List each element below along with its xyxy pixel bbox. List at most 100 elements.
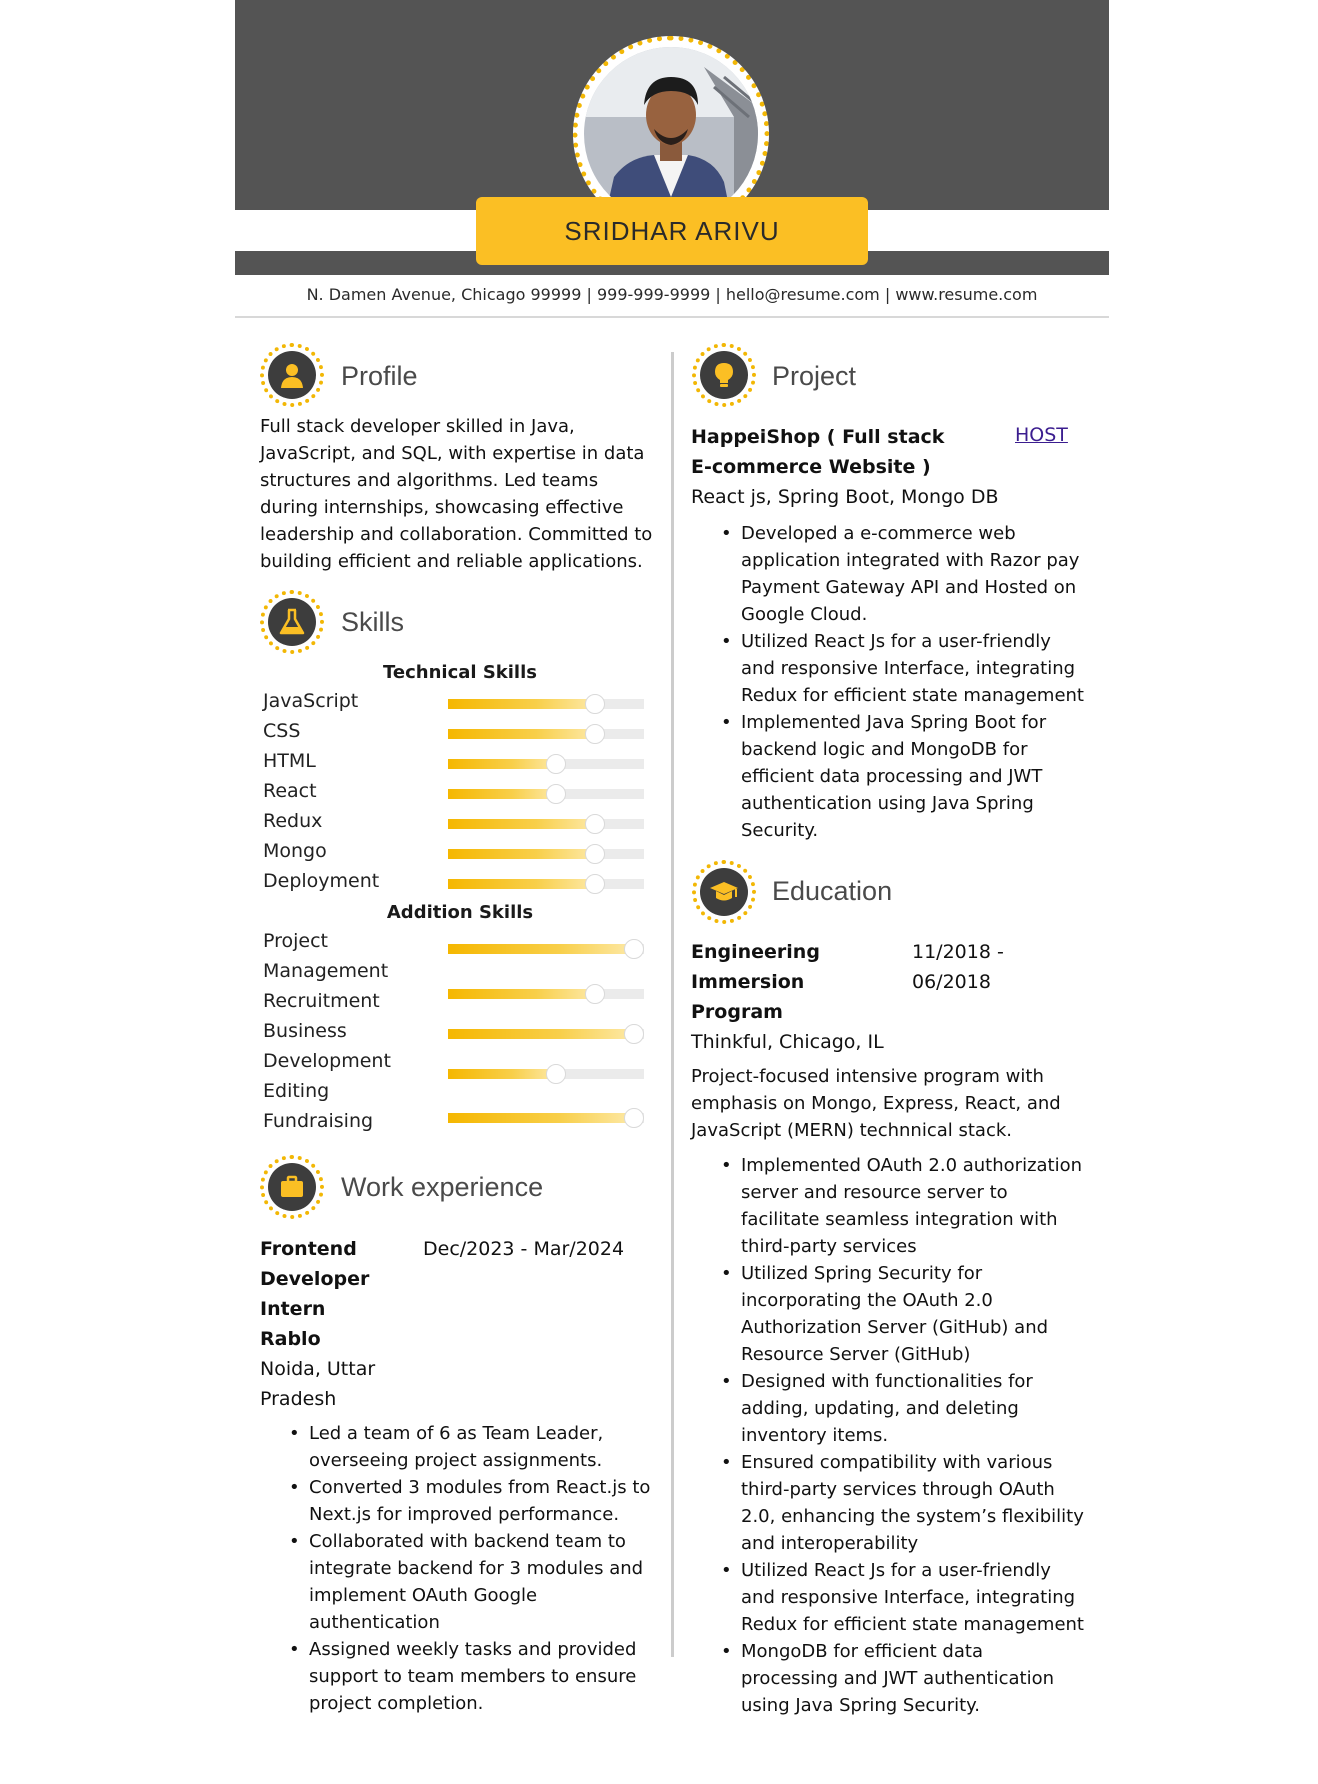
list-item: Assigned weekly tasks and provided suppo… [285, 1636, 685, 1717]
skill-label: Redux [263, 810, 323, 832]
skill-bar-fill [448, 989, 595, 999]
bullet-line: 2.0, enhancing the system’s flexibility [741, 1506, 1084, 1527]
bullet-line: authentication using Java Spring [741, 793, 1034, 814]
skill-bar-knob [585, 844, 605, 864]
bullet-line: inventory items. [741, 1425, 889, 1446]
skill-bar [448, 939, 644, 959]
bullet-line: third-party services [741, 1236, 917, 1257]
project-title: Project [772, 361, 857, 391]
skill-bar [448, 1064, 644, 1084]
skill-bar-knob [585, 814, 605, 834]
date-line: 06/2018 [912, 971, 991, 993]
bullet-line: third-party services through OAuth [741, 1479, 1055, 1500]
skill-bar-fill [448, 699, 595, 709]
skill-bar-knob [624, 1024, 644, 1044]
bullet-line: Implemented OAuth 2.0 authorization [741, 1155, 1083, 1176]
bullet-line: Led a team of 6 as Team Leader, [309, 1423, 604, 1444]
skill-bar-fill [448, 789, 556, 799]
skill-label: Project [263, 930, 329, 952]
project-name-line: E-commerce Website ) [691, 456, 931, 478]
list-item: Converted 3 modules from React.js to Nex… [285, 1474, 685, 1528]
skill-bar-fill [448, 849, 595, 859]
bullet-line: Designed with functionalities for [741, 1371, 1033, 1392]
bullet-line: Utilized React Js for a user-friendly [741, 1560, 1051, 1581]
bullet-line: application integrated with Razor pay [741, 550, 1080, 571]
skill-bar-knob [624, 1108, 644, 1128]
profile-text: Full stack developer skilled in Java, Ja… [260, 413, 670, 575]
work-title: Work experience [341, 1172, 544, 1202]
bullet-line: Redux for efficient state management [741, 1614, 1084, 1635]
project-stack: React js, Spring Boot, Mongo DB [691, 486, 999, 508]
skill-label: Business [263, 1020, 347, 1042]
bullet-line: Converted 3 modules from React.js to [309, 1477, 651, 1498]
education-description: Project-focused intensive program with e… [691, 1063, 1111, 1144]
bullet-line: overseeing project assignments. [309, 1450, 603, 1471]
profile-photo [584, 47, 758, 221]
resume-page: SRIDHAR ARIVU N. Damen Avenue, Chicago 9… [235, 0, 1109, 1784]
bullet-line: processing and JWT authentication [741, 1668, 1054, 1689]
bullet-line: Resource Server (GitHub) [741, 1344, 971, 1365]
bullet-line: Utilized React Js for a user-friendly [741, 631, 1051, 652]
education-title: Education [772, 876, 893, 906]
skill-label: CSS [263, 720, 301, 742]
list-item: Utilized React Js for a user-friendly an… [717, 1557, 1109, 1638]
education-dates: 11/2018 - 06/2018 [912, 937, 1004, 997]
bullet-line: Ensured compatibility with various [741, 1452, 1053, 1473]
bullet-line: server and resource server to [741, 1182, 1008, 1203]
bullet-line: backend logic and MongoDB for [741, 739, 1028, 760]
lightbulb-icon [692, 343, 756, 407]
skill-bar-fill [448, 1029, 634, 1039]
skill-bar-knob [546, 1064, 566, 1084]
bullet-line: and responsive Interface, integrating [741, 658, 1076, 679]
profile-title: Profile [341, 361, 418, 391]
bullet-line: Payment Gateway API and Hosted on [741, 577, 1077, 598]
flask-icon [260, 590, 324, 654]
skill-label: Deployment [263, 870, 380, 892]
location-line: Pradesh [260, 1388, 337, 1410]
skill-label: HTML [263, 750, 316, 772]
bullet-line: efficient data processing and JWT [741, 766, 1043, 787]
host-link[interactable]: HOST [1015, 424, 1068, 446]
bullet-line: incorporating the OAuth 2.0 [741, 1290, 993, 1311]
skill-bar [448, 984, 644, 1004]
skill-label-cont: Management [263, 960, 389, 982]
skill-bar [448, 844, 644, 864]
skill-bar [448, 1024, 644, 1044]
profile-line: leadership and collaboration. Committed … [260, 524, 653, 545]
program-line: Engineering [691, 941, 820, 963]
profile-line: during internships, showcasing effective [260, 497, 624, 518]
bullet-line: adding, updating, and deleting [741, 1398, 1019, 1419]
bullet-line: Next.js for improved performance. [309, 1504, 620, 1525]
graduation-cap-icon [692, 860, 756, 924]
work-dates: Dec/2023 - Mar/2024 [423, 1238, 625, 1260]
skill-label: Fundraising [263, 1110, 374, 1132]
skill-bar-fill [448, 759, 556, 769]
bullet-line: authentication [309, 1612, 440, 1633]
program-line: Immersion [691, 971, 805, 993]
contact-line: N. Damen Avenue, Chicago 99999 | 999-999… [306, 285, 1038, 304]
skill-bar-fill [448, 879, 595, 889]
skill-label: Editing [263, 1080, 330, 1102]
skill-bar-fill [448, 729, 595, 739]
list-item: Utilized Spring Security for incorporati… [717, 1260, 1109, 1368]
technical-skills-heading: Technical Skills [383, 662, 537, 683]
bullet-line: implement OAuth Google [309, 1585, 538, 1606]
education-bullets: Implemented OAuth 2.0 authorization serv… [717, 1152, 1109, 1719]
skill-bar [448, 874, 644, 894]
desc-line: JavaScript (MERN) technnical stack. [691, 1120, 1013, 1141]
date-line: 11/2018 - [912, 941, 1004, 963]
list-item: Developed a e-commerce web application i… [717, 520, 1109, 628]
list-item: Collaborated with backend team to integr… [285, 1528, 685, 1636]
skill-label: JavaScript [263, 690, 359, 712]
skill-bar [448, 814, 644, 834]
skill-bar-knob [546, 784, 566, 804]
profile-line: structures and algorithms. Led teams [260, 470, 599, 491]
candidate-name: SRIDHAR ARIVU [476, 197, 868, 265]
work-location: Noida, Uttar Pradesh [260, 1354, 375, 1414]
skill-label-cont: Development [263, 1050, 391, 1072]
desc-line: emphasis on Mongo, Express, React, and [691, 1093, 1061, 1114]
list-item: Utilized React Js for a user-friendly an… [717, 628, 1109, 709]
header-divider [235, 316, 1109, 318]
list-item: Led a team of 6 as Team Leader, overseei… [285, 1420, 685, 1474]
bullet-line: support to team members to ensure [309, 1666, 637, 1687]
